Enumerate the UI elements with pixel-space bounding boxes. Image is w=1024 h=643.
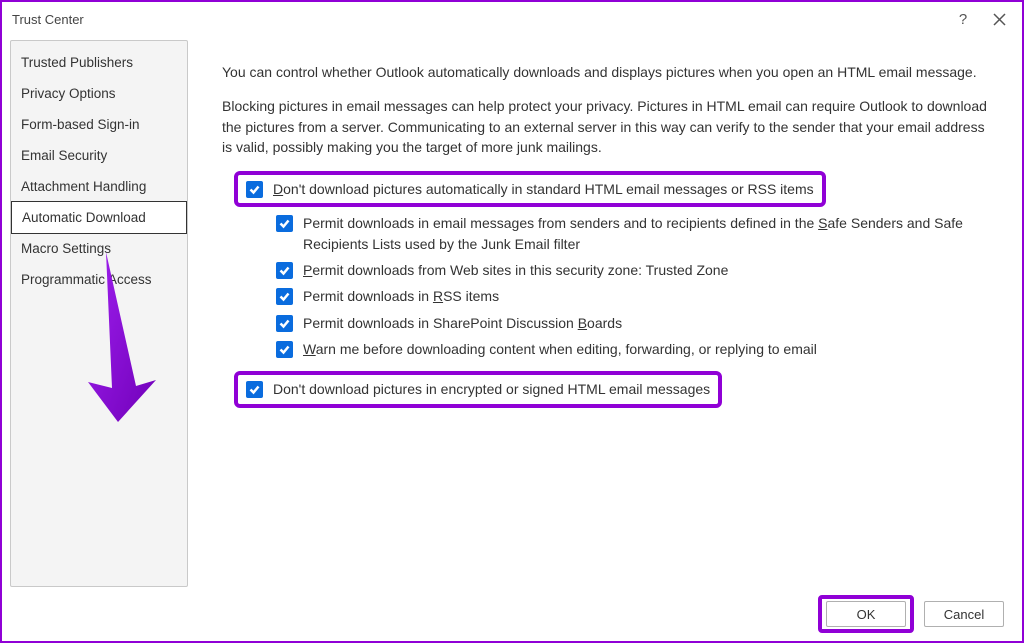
highlight-box-ok: OK <box>818 595 914 633</box>
checkbox-warn[interactable]: Warn me before downloading content when … <box>276 339 994 359</box>
checkbox-icon <box>276 262 293 279</box>
checkbox-label: Don't download pictures in encrypted or … <box>273 379 710 399</box>
sidebar-item-attachment-handling[interactable]: Attachment Handling <box>11 171 187 202</box>
checkbox-icon <box>276 315 293 332</box>
highlight-box-2: Don't download pictures in encrypted or … <box>234 371 722 407</box>
checkbox-encrypted[interactable]: Don't download pictures in encrypted or … <box>246 379 710 399</box>
checkbox-icon <box>276 341 293 358</box>
checkbox-icon <box>276 288 293 305</box>
titlebar: Trust Center ? <box>2 2 1022 36</box>
intro-text-1: You can control whether Outlook automati… <box>222 62 994 82</box>
content-panel: You can control whether Outlook automati… <box>188 40 1014 587</box>
checkbox-sharepoint[interactable]: Permit downloads in SharePoint Discussio… <box>276 313 994 333</box>
checkbox-trusted-zone[interactable]: Permit downloads from Web sites in this … <box>276 260 994 280</box>
category-sidebar: Trusted Publishers Privacy Options Form-… <box>10 40 188 587</box>
help-icon[interactable]: ? <box>950 6 976 32</box>
sub-options: Permit downloads in email messages from … <box>276 213 994 359</box>
sidebar-item-form-signin[interactable]: Form-based Sign-in <box>11 109 187 140</box>
sidebar-item-automatic-download[interactable]: Automatic Download <box>11 201 187 234</box>
dialog-body: Trusted Publishers Privacy Options Form-… <box>2 36 1022 587</box>
close-icon[interactable] <box>986 6 1012 32</box>
checkbox-icon <box>276 215 293 232</box>
sidebar-item-programmatic-access[interactable]: Programmatic Access <box>11 264 187 295</box>
sidebar-item-macro-settings[interactable]: Macro Settings <box>11 233 187 264</box>
checkbox-label: Don't download pictures automatically in… <box>273 179 814 199</box>
dialog-footer: OK Cancel <box>2 587 1022 641</box>
checkbox-label: Permit downloads in email messages from … <box>303 213 994 254</box>
sidebar-item-privacy-options[interactable]: Privacy Options <box>11 78 187 109</box>
checkbox-icon <box>246 381 263 398</box>
window-title: Trust Center <box>12 12 84 27</box>
highlight-box-1: Don't download pictures automatically in… <box>234 171 826 207</box>
checkbox-label: Permit downloads from Web sites in this … <box>303 260 994 280</box>
intro-text-2: Blocking pictures in email messages can … <box>222 96 994 157</box>
checkbox-label: Permit downloads in RSS items <box>303 286 994 306</box>
trust-center-window: Trust Center ? Trusted Publishers Privac… <box>0 0 1024 643</box>
checkbox-label: Warn me before downloading content when … <box>303 339 994 359</box>
ok-button[interactable]: OK <box>826 601 906 627</box>
checkbox-auto-download[interactable]: Don't download pictures automatically in… <box>246 179 814 199</box>
sidebar-item-trusted-publishers[interactable]: Trusted Publishers <box>11 47 187 78</box>
cancel-button[interactable]: Cancel <box>924 601 1004 627</box>
checkbox-label: Permit downloads in SharePoint Discussio… <box>303 313 994 333</box>
checkbox-rss[interactable]: Permit downloads in RSS items <box>276 286 994 306</box>
checkbox-icon <box>246 181 263 198</box>
sidebar-item-email-security[interactable]: Email Security <box>11 140 187 171</box>
checkbox-safe-senders[interactable]: Permit downloads in email messages from … <box>276 213 994 254</box>
